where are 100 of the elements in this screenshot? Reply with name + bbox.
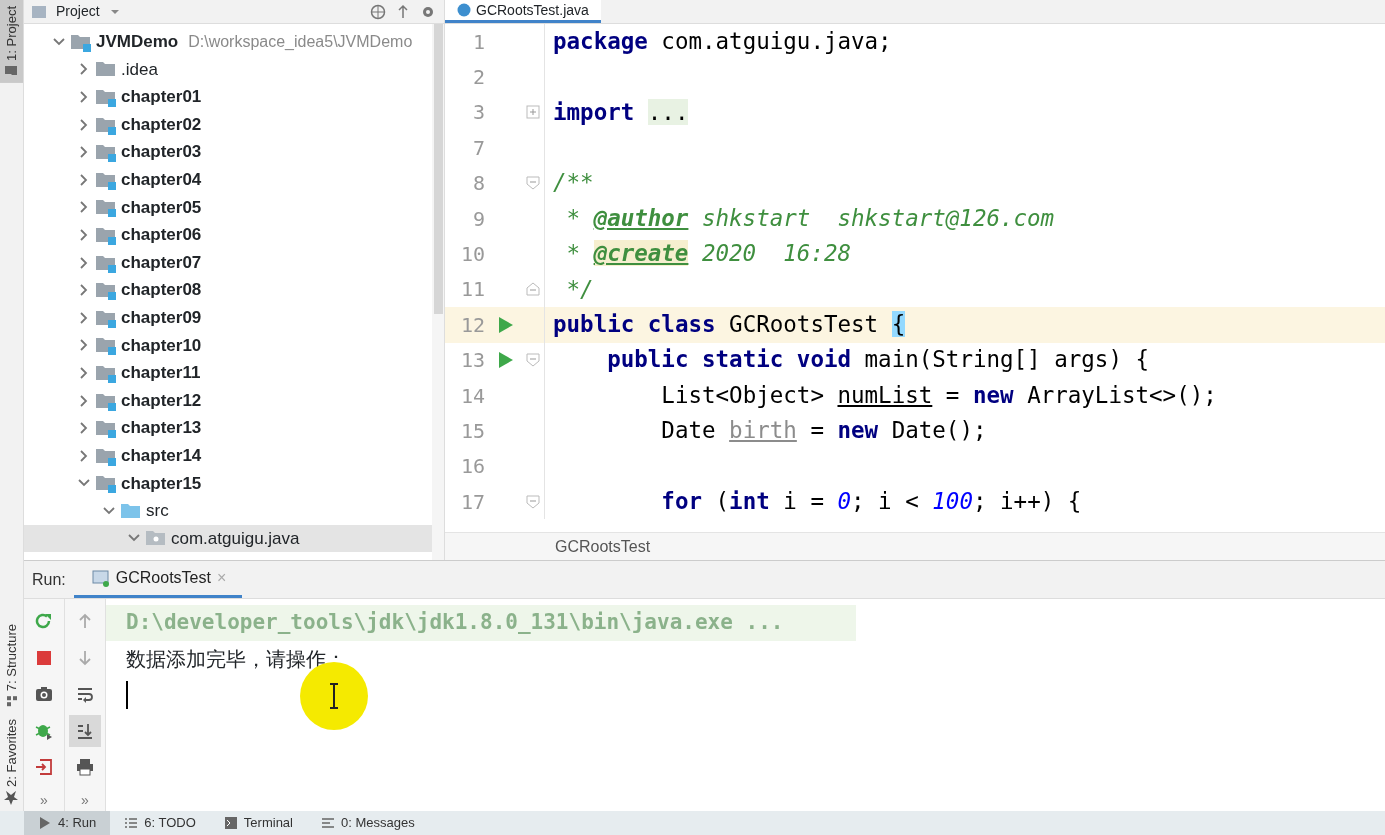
item-label: chapter02 [121,113,202,136]
fold-marker-icon[interactable] [525,353,540,368]
tool-window-button[interactable]: 7: Structure [0,617,23,714]
console-command: D:\developer_tools\jdk\jdk1.8.0_131\bin\java.exe ... [106,605,856,641]
tool-window-button[interactable]: Terminal [209,811,307,835]
item-label: chapter10 [121,334,202,357]
module-folder-icon [95,280,117,301]
fold-marker-icon[interactable] [525,494,540,509]
tool-window-button[interactable]: 6: TODO [110,811,210,835]
tree-item[interactable]: chapter09 [24,303,432,332]
fold-marker-icon[interactable] [525,176,540,191]
code-line: /** [552,168,594,198]
print-icon [76,758,94,776]
list-icon [124,816,139,830]
code-line: package com.atguigu.java; [552,26,892,56]
tree-item[interactable]: .idea [24,55,432,84]
tree-item[interactable]: chapter06 [24,221,432,249]
code-line: public static void main(String[] args) { [606,345,1150,375]
tool-window-button[interactable]: 0: Messages [307,811,429,835]
item-label: chapter14 [121,444,202,467]
line-number: 13 [459,347,486,375]
item-label: chapter07 [121,251,202,274]
tree-item[interactable]: chapter01 [24,83,432,111]
tree-item[interactable]: chapter05 [24,193,432,222]
tool-window-button[interactable]: 4: Run [24,811,111,835]
scrollbar[interactable] [433,24,443,314]
fold-marker-icon[interactable] [525,282,540,297]
more-button[interactable]: » [40,789,48,811]
item-label: chapter01 [121,86,202,109]
class-icon [457,3,471,17]
code-line: * @create 2020 16:28 [565,239,851,269]
item-label: chapter08 [121,279,202,302]
tree-item[interactable]: chapter10 [24,331,432,360]
tree-item[interactable]: chapter08 [24,276,432,304]
stop-icon [35,648,53,667]
code-line: import ... [552,97,689,127]
run-icon[interactable] [498,351,514,370]
breadcrumb[interactable]: GCRootsTest [445,532,1385,560]
globe-icon [370,3,386,20]
camera-icon [35,685,53,703]
code-line: public class GCRootsTest { [552,309,906,339]
code-line: for (int i = 0; i < 100; i++) { [660,486,1082,516]
structure-icon [5,695,18,708]
tree-item[interactable]: chapter07 [24,248,432,277]
rerun-icon [35,612,53,630]
item-label: chapter09 [121,307,202,329]
line-number: 9 [471,205,486,233]
collapse-icon [396,3,410,20]
line-number: 17 [459,488,486,516]
line-number: 3 [471,99,486,127]
item-label: com.atguigu.java [171,527,300,550]
terminal-icon [223,816,238,830]
tree-item[interactable]: chapter14 [24,441,432,470]
tool-window-button[interactable]: 2: Favorites [0,713,23,811]
tree-item[interactable]: chapter03 [24,138,432,166]
module-folder-icon [95,142,117,163]
wrap-icon [76,685,94,703]
tree-item[interactable]: com.atguigu.java [24,524,432,553]
panel-title[interactable]: Project [56,1,100,22]
folder-icon [5,64,18,77]
module-path: D:\workspace_idea5\JVMDemo [188,31,413,52]
item-label: chapter06 [121,224,202,247]
tree-item[interactable]: src [24,497,432,525]
line-number: 11 [459,276,486,304]
code-line: * @author shkstart shkstart@126.com [565,203,1055,233]
tree-item[interactable]: JVMDemo D:\workspace_idea5\JVMDemo [24,28,432,56]
toolbar-button[interactable] [69,714,101,747]
code-line: List<Object> numList = new ArrayList<>(); [660,380,1217,410]
module-folder-icon [95,197,117,218]
code-line: */ [565,274,594,304]
scroll-end-icon [76,721,94,740]
fold-marker-icon[interactable] [525,105,540,120]
line-number: 15 [459,418,486,445]
item-label: JVMDemo [96,31,179,54]
more-button[interactable]: » [81,789,89,811]
tree-item[interactable]: chapter04 [24,165,432,194]
line-number: 14 [459,382,486,410]
editor-tab[interactable]: GCRootsTest.java [445,0,601,23]
line-number: 16 [459,453,486,481]
tool-window-label: 2: Favorites [2,719,20,787]
tree-item[interactable]: chapter12 [24,386,432,415]
item-label: chapter05 [121,196,202,219]
item-label: chapter11 [121,362,201,385]
item-label: src [146,500,169,523]
tree-item[interactable]: chapter11 [24,359,432,387]
line-number: 2 [471,64,486,92]
line-number: 7 [471,134,486,162]
module-folder-icon [95,473,117,494]
tree-item[interactable]: chapter13 [24,414,432,442]
tree-item[interactable]: chapter02 [24,110,432,139]
line-number: 8 [471,170,486,198]
tool-window-label: 1: Project [2,6,20,61]
run-icon [38,816,52,830]
code-line: Date birth = new Date(); [660,416,987,446]
tool-window-button[interactable]: 1: Project [0,0,23,83]
run-tab[interactable]: GCRootsTest × [73,561,243,598]
tree-item[interactable]: chapter15 [24,469,432,498]
messages-icon [321,816,335,830]
run-icon[interactable] [498,315,514,334]
item-label: chapter13 [121,417,202,440]
